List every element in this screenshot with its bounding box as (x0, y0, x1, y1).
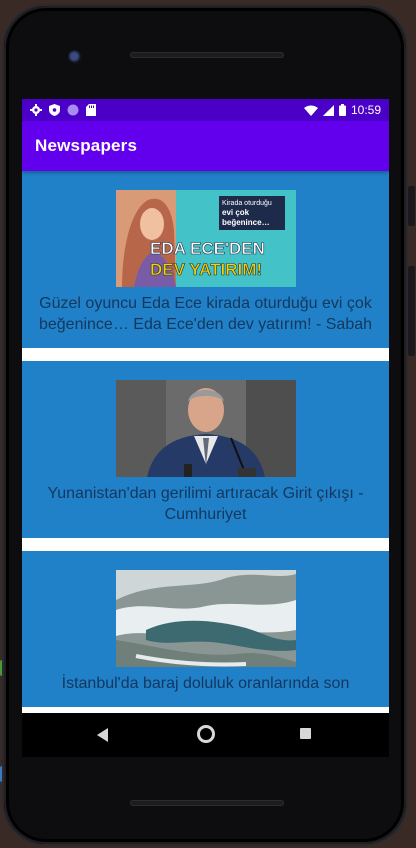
image-caption-mid: evi çok (222, 208, 250, 217)
image-caption-bot: beğenince… (222, 218, 270, 227)
news-headline[interactable]: Yunanistan'dan gerilimi artıracak Girit … (32, 483, 379, 525)
navigation-bar (22, 713, 389, 757)
app-bar: Newspapers (22, 121, 389, 171)
bottom-speaker (130, 800, 284, 806)
news-card[interactable]: Yunanistan'dan gerilimi artıracak Girit … (22, 361, 389, 538)
news-image (115, 570, 296, 667)
power-button (408, 186, 415, 226)
image-title-line2: DEV YATIRIM! (150, 260, 262, 279)
shield-icon (49, 104, 60, 116)
battery-icon (338, 104, 346, 116)
home-icon[interactable] (197, 725, 215, 743)
status-bar: 10:59 (22, 99, 389, 121)
circle-icon (67, 104, 79, 116)
app-title: Newspapers (35, 136, 138, 155)
news-card[interactable]: İstanbul'da baraj doluluk oranlarında so… (22, 551, 389, 707)
image-title-line1: EDA ECE'DEN (150, 239, 265, 258)
clock-time: 10:59 (350, 103, 381, 117)
news-card[interactable]: Kirada oturduğu evi çok beğenince… EDA E… (22, 171, 389, 348)
news-image: Kirada oturduğu evi çok beğenince… EDA E… (115, 190, 296, 287)
news-headline[interactable]: Güzel oyuncu Eda Ece kirada oturduğu evi… (32, 293, 379, 335)
volume-button (408, 266, 415, 356)
news-headline[interactable]: İstanbul'da baraj doluluk oranlarında so… (32, 673, 379, 694)
recent-apps-icon[interactable] (300, 728, 311, 739)
app-screen: 10:59 Newspapers Kirada oturduğu evi çok… (22, 99, 389, 713)
back-icon[interactable] (97, 728, 108, 742)
gear-icon (30, 104, 42, 116)
news-feed[interactable]: Kirada oturduğu evi çok beğenince… EDA E… (22, 171, 389, 713)
front-camera (68, 50, 82, 64)
top-speaker (130, 52, 284, 58)
wifi-icon (303, 105, 318, 116)
news-image (115, 380, 296, 477)
sd-card-icon (86, 104, 96, 116)
signal-icon (322, 104, 334, 116)
image-caption-top: Kirada oturduğu (222, 200, 272, 207)
